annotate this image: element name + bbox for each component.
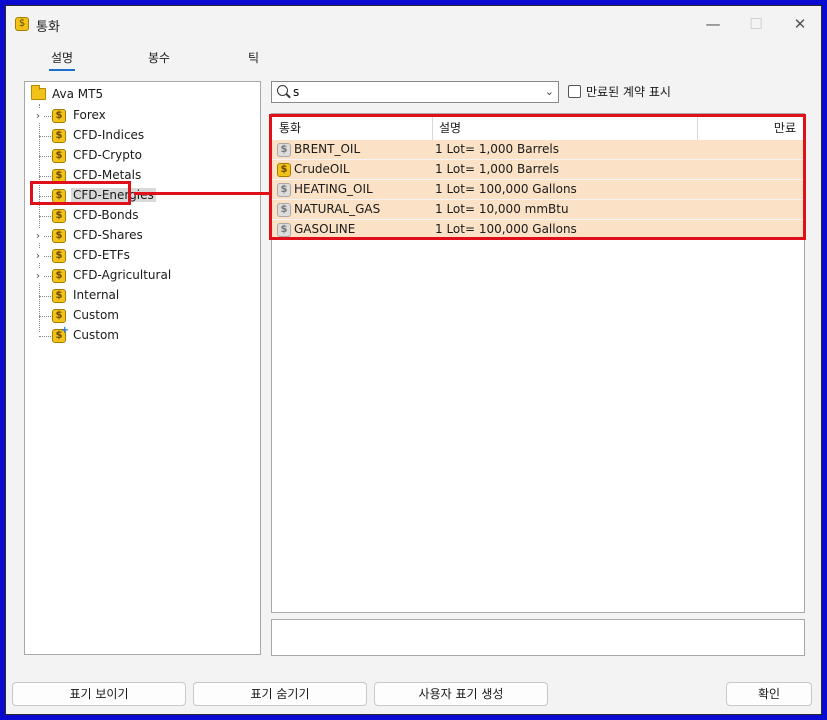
hide-symbol-button[interactable]: 표기 숨기기 xyxy=(193,682,367,706)
tree-item[interactable]: $ CFD-Bonds xyxy=(25,206,261,226)
tree-branch-line xyxy=(39,316,51,317)
chevron-right-icon[interactable]: › xyxy=(33,229,43,242)
tree-branch-line xyxy=(39,336,51,337)
currency-icon: $ xyxy=(15,17,29,31)
folder-icon xyxy=(31,85,46,100)
chevron-right-icon[interactable]: › xyxy=(33,269,43,282)
chevron-down-icon[interactable]: ⌄ xyxy=(545,85,554,98)
search-input[interactable] xyxy=(293,84,533,100)
coin-icon: $ xyxy=(52,269,66,283)
tree-item-label: CFD-Indices xyxy=(73,128,145,142)
coin-icon: $ xyxy=(52,249,66,263)
tree-item-label: CFD-Crypto xyxy=(73,148,142,162)
show-symbol-button[interactable]: 표기 보이기 xyxy=(12,682,186,706)
chevron-right-icon[interactable]: › xyxy=(33,249,43,262)
tree-item-label: Internal xyxy=(73,288,120,302)
tree-item[interactable]: $ Custom xyxy=(25,306,261,326)
tree-item[interactable]: $ CFD-Crypto xyxy=(25,146,261,166)
search-icon xyxy=(277,85,288,96)
tree-item-label: CFD-Bonds xyxy=(73,208,139,222)
coin-plus-icon: $ xyxy=(52,325,69,343)
coin-icon: $ xyxy=(52,209,66,223)
symbols-dialog: $ 통화 — ☐ ✕ 설명 봉수 틱 Ava MT5 › $ Forex $ CFD-I… xyxy=(5,5,822,715)
show-expired-checkbox[interactable] xyxy=(568,85,581,98)
coin-icon: $ xyxy=(52,109,66,123)
maximize-icon[interactable]: ☐ xyxy=(742,12,770,36)
tree-branch-line xyxy=(39,296,51,297)
tree-item[interactable]: › $ CFD-Agricultural xyxy=(25,266,261,286)
coin-icon: $ xyxy=(52,309,66,323)
tree-root-label: Ava MT5 xyxy=(52,87,104,101)
tree-item-label: CFD-Shares xyxy=(73,228,143,242)
table-highlight-box xyxy=(269,114,806,240)
tree-item[interactable]: › $ Forex xyxy=(25,106,261,126)
create-custom-symbol-button[interactable]: 사용자 표기 생성 xyxy=(374,682,548,706)
tree-item[interactable]: $ CFD-Indices xyxy=(25,126,261,146)
tree-branch-line xyxy=(39,216,51,217)
tree-item-label: CFD-ETFs xyxy=(73,248,130,262)
show-expired-label[interactable]: 만료된 계약 표시 xyxy=(586,83,671,100)
tab-specification[interactable]: 설명 xyxy=(48,49,76,71)
tree-branch-line xyxy=(39,156,51,157)
tree-item-label: CFD-Metals xyxy=(73,168,142,182)
ok-button[interactable]: 확인 xyxy=(726,682,812,706)
symbol-info-box xyxy=(271,619,805,656)
tree-item-label: CFD-Agricultural xyxy=(73,268,172,282)
tree-item-label: Custom xyxy=(73,308,119,322)
tab-ticks[interactable]: 틱 xyxy=(248,49,259,66)
tree-item[interactable]: $ Internal xyxy=(25,286,261,306)
tree-item[interactable]: $ Custom xyxy=(25,325,261,346)
tree-item[interactable]: › $ CFD-Shares xyxy=(25,226,261,246)
window-title: 통화 xyxy=(36,20,60,35)
symbol-group-tree[interactable]: Ava MT5 › $ Forex $ CFD-Indices $ CFD-Crypto $ C… xyxy=(24,81,261,655)
coin-icon: $ xyxy=(52,149,66,163)
tab-bars[interactable]: 봉수 xyxy=(148,49,170,66)
tree-highlight-box xyxy=(30,181,131,205)
coin-icon: $ xyxy=(52,229,66,243)
symbol-search-box[interactable]: ⌄ xyxy=(271,81,559,103)
coin-icon: $ xyxy=(52,129,66,143)
tree-branch-line xyxy=(39,176,51,177)
highlight-connector-line xyxy=(134,192,276,195)
tab-bar: 설명 봉수 틱 xyxy=(6,46,821,72)
tree-item[interactable]: › $ CFD-ETFs xyxy=(25,246,261,266)
minimize-icon[interactable]: — xyxy=(699,12,727,36)
close-icon[interactable]: ✕ xyxy=(786,12,814,36)
title-bar: $ 통화 — ☐ ✕ xyxy=(6,6,821,42)
tree-item-label: Custom xyxy=(73,328,119,342)
tree-item-label: Forex xyxy=(73,108,106,122)
coin-icon: $ xyxy=(52,289,66,303)
chevron-right-icon[interactable]: › xyxy=(33,109,43,122)
tree-branch-line xyxy=(39,136,51,137)
